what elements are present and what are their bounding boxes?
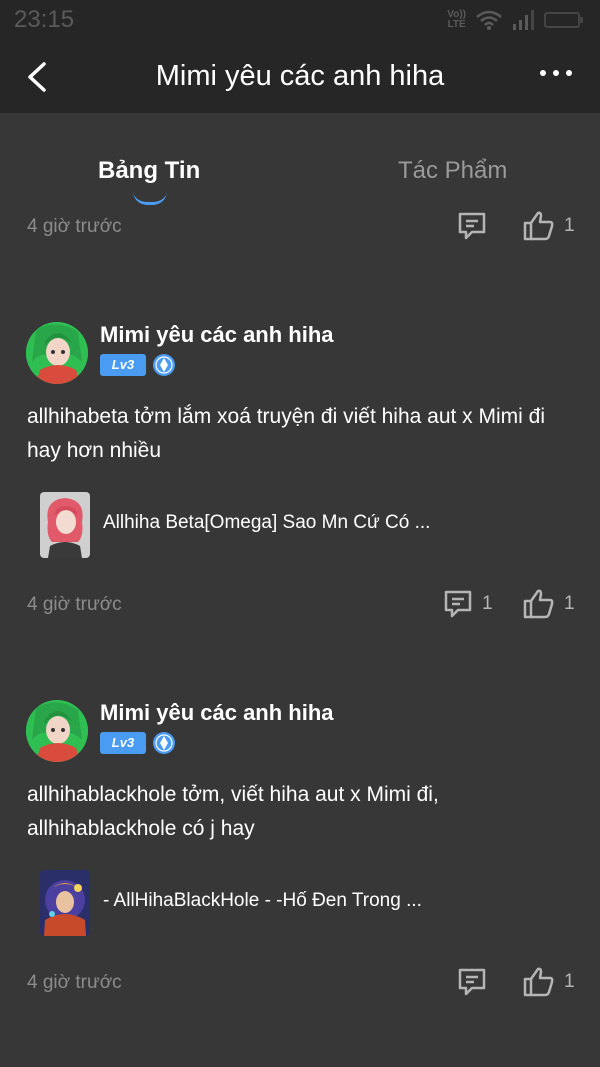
post-time: 4 giờ trước — [27, 594, 122, 615]
like-button[interactable]: 1 — [522, 588, 575, 620]
post-footer: 4 giờ trước 1 — [0, 964, 600, 1004]
diamond-badge-icon — [153, 354, 175, 376]
page-title: Mimi yêu các anh hiha — [155, 60, 445, 92]
author-name[interactable]: Mimi yêu các anh hiha — [100, 700, 334, 726]
story-cover-image — [40, 492, 90, 558]
top-app-bar: Mimi yêu các anh hiha — [0, 40, 600, 113]
post-time: 4 giờ trước — [27, 216, 122, 237]
like-count: 1 — [564, 971, 575, 992]
comment-count: 1 — [482, 593, 493, 614]
like-button[interactable]: 1 — [522, 210, 575, 242]
status-icons: Vo)) LTE — [447, 8, 584, 32]
story-title: - AllHihaBlackHole - -Hố Đen Trong ... — [103, 890, 422, 911]
thumbs-up-icon — [523, 211, 554, 241]
active-tab-indicator — [133, 191, 167, 205]
story-title: Allhiha Beta[Omega] Sao Mn Cứ Có ... — [103, 512, 431, 533]
avatar[interactable] — [26, 322, 88, 384]
status-bar: 23:15 Vo)) LTE — [0, 0, 600, 40]
comment-button[interactable] — [456, 966, 488, 998]
post-text: allhihablackhole tởm, viết hiha aut x Mi… — [27, 783, 439, 840]
thumbs-up-icon — [523, 589, 554, 619]
comment-button[interactable] — [456, 210, 488, 242]
level-badge: Lv3 — [100, 354, 146, 376]
more-options-icon[interactable] — [540, 70, 572, 76]
like-count: 1 — [564, 593, 575, 614]
post-footer: 4 giờ trước 1 — [0, 208, 600, 248]
post-time: 4 giờ trước — [27, 972, 122, 993]
tab-works[interactable]: Tác Phẩm — [398, 157, 507, 185]
diamond-badge-icon — [153, 732, 175, 754]
status-time: 23:15 — [14, 6, 75, 33]
avatar[interactable] — [26, 700, 88, 762]
level-badge: Lv3 — [100, 732, 146, 754]
battery-icon — [544, 12, 583, 28]
comment-icon — [458, 212, 486, 240]
story-card[interactable]: Allhiha Beta[Omega] Sao Mn Cứ Có ... — [40, 492, 580, 558]
like-button[interactable]: 1 — [522, 966, 575, 998]
tab-bar: Bảng Tin Tác Phẩm — [0, 113, 600, 205]
comment-icon — [444, 590, 472, 618]
post-text: allhihabeta tởm lắm xoá truyện đi viết h… — [27, 405, 546, 462]
tab-news-feed[interactable]: Bảng Tin — [98, 157, 200, 185]
thumbs-up-icon — [523, 967, 554, 997]
comment-icon — [458, 968, 486, 996]
signal-icon — [513, 10, 534, 30]
post-footer: 4 giờ trước 1 1 — [0, 586, 600, 626]
story-cover-image — [40, 870, 90, 936]
volte-icon: Vo)) LTE — [447, 9, 466, 30]
wifi-icon — [476, 10, 502, 30]
comment-button[interactable]: 1 — [442, 588, 493, 620]
story-card[interactable]: - AllHihaBlackHole - -Hố Đen Trong ... — [40, 870, 580, 936]
author-name[interactable]: Mimi yêu các anh hiha — [100, 322, 334, 348]
like-count: 1 — [564, 215, 575, 236]
